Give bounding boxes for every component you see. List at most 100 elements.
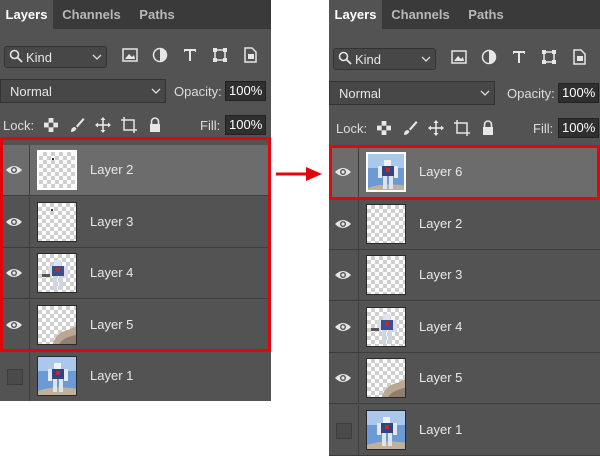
smart-object-filter-icon[interactable] xyxy=(240,45,260,65)
layer-visibility-toggle[interactable] xyxy=(329,404,359,455)
adjustment-filter-icon[interactable] xyxy=(479,47,499,67)
layer-visibility-toggle[interactable] xyxy=(329,353,359,403)
layer-row[interactable]: Layer 4 xyxy=(0,248,271,299)
thumbnail-content xyxy=(51,208,53,211)
lock-all-icon[interactable] xyxy=(146,116,164,134)
layer-visibility-toggle[interactable] xyxy=(329,250,359,300)
lock-position-icon[interactable] xyxy=(94,116,112,134)
opacity-input[interactable]: 100% xyxy=(558,83,599,103)
lock-artboard-icon[interactable] xyxy=(453,119,471,137)
adjustment-filter-icon[interactable] xyxy=(150,45,170,65)
lock-position-icon[interactable] xyxy=(427,119,445,137)
smart-object-filter-icon[interactable] xyxy=(569,47,589,67)
lock-image-pixels-icon[interactable] xyxy=(68,116,86,134)
layer-name[interactable]: Layer 3 xyxy=(419,267,462,282)
layer-visibility-toggle[interactable] xyxy=(329,198,359,249)
layer-row[interactable]: Layer 5 xyxy=(0,299,271,351)
search-icon xyxy=(338,51,352,65)
layer-thumbnail[interactable] xyxy=(366,409,406,450)
shape-filter-icon[interactable] xyxy=(539,47,559,67)
pixel-filter-icon[interactable] xyxy=(120,45,140,65)
blend-mode-select[interactable]: Normal xyxy=(329,81,495,105)
layer-visibility-toggle[interactable] xyxy=(0,145,30,195)
layer-name[interactable]: Layer 5 xyxy=(419,370,462,385)
visibility-off-box xyxy=(7,369,23,385)
layer-name[interactable]: Layer 1 xyxy=(90,368,133,383)
layer-name[interactable]: Layer 2 xyxy=(90,162,133,177)
lock-label: Lock: xyxy=(336,121,368,136)
tab-channels[interactable]: Channels xyxy=(384,0,457,29)
layer-thumbnail[interactable] xyxy=(366,306,406,347)
layer-row[interactable]: Layer 1 xyxy=(329,404,600,456)
blend-mode-select[interactable]: Normal xyxy=(0,79,166,103)
tab-layers[interactable]: Layers xyxy=(329,0,382,29)
shape-filter-icon[interactable] xyxy=(210,45,230,65)
search-icon xyxy=(9,49,23,63)
layer-visibility-toggle[interactable] xyxy=(0,248,30,298)
tab-paths[interactable]: Paths xyxy=(459,0,513,29)
blend-mode-value: Normal xyxy=(10,84,52,99)
layer-thumbnail[interactable] xyxy=(37,253,77,293)
layer-visibility-toggle[interactable] xyxy=(329,147,359,197)
opacity-label: Opacity: xyxy=(174,84,222,99)
lock-transparent-pixels-icon[interactable] xyxy=(42,116,60,134)
type-filter-icon[interactable] xyxy=(509,47,529,67)
lock-artboard-icon[interactable] xyxy=(120,116,138,134)
layer-row[interactable]: Layer 6 xyxy=(329,147,600,198)
layer-thumbnail[interactable] xyxy=(37,150,77,190)
lock-image-pixels-icon[interactable] xyxy=(401,119,419,137)
layer-visibility-toggle[interactable] xyxy=(0,196,30,247)
layer-name[interactable]: Layer 4 xyxy=(90,265,133,280)
layer-row[interactable]: Layer 2 xyxy=(0,145,271,196)
lock-label: Lock: xyxy=(3,118,35,133)
layer-visibility-toggle[interactable] xyxy=(329,301,359,352)
layer-name[interactable]: Layer 3 xyxy=(90,214,133,229)
layer-row[interactable]: Layer 1 xyxy=(0,351,271,401)
visibility-off-box xyxy=(336,422,352,439)
chevron-down-icon xyxy=(480,90,490,96)
eye-icon xyxy=(6,217,22,226)
layer-thumbnail[interactable] xyxy=(37,356,77,396)
layer-row[interactable]: Layer 3 xyxy=(329,250,600,301)
thumbnail-content xyxy=(368,154,404,190)
eye-icon xyxy=(335,219,351,228)
layer-thumbnail[interactable] xyxy=(366,203,406,244)
layer-name[interactable]: Layer 4 xyxy=(419,319,462,334)
tab-layers[interactable]: Layers xyxy=(0,0,53,29)
kind-filter-select[interactable]: Kind xyxy=(4,46,107,68)
type-filter-icon[interactable] xyxy=(180,45,200,65)
layer-row[interactable]: Layer 3 xyxy=(0,196,271,248)
opacity-label: Opacity: xyxy=(507,86,555,101)
layer-name[interactable]: Layer 2 xyxy=(419,216,462,231)
kind-filter-select[interactable]: Kind xyxy=(333,48,436,70)
pixel-filter-icon[interactable] xyxy=(449,47,469,67)
layer-name[interactable]: Layer 6 xyxy=(419,164,462,179)
tab-paths[interactable]: Paths xyxy=(130,0,184,29)
layer-row[interactable]: Layer 4 xyxy=(329,301,600,353)
layer-visibility-toggle[interactable] xyxy=(0,351,30,401)
chevron-down-icon xyxy=(92,54,102,60)
layer-thumbnail[interactable] xyxy=(366,255,406,295)
layer-row[interactable]: Layer 5 xyxy=(329,353,600,404)
layer-thumbnail[interactable] xyxy=(366,358,406,398)
layer-name[interactable]: Layer 5 xyxy=(90,317,133,332)
layer-row[interactable]: Layer 2 xyxy=(329,198,600,250)
fill-label: Fill: xyxy=(533,121,554,136)
layer-thumbnail[interactable] xyxy=(37,201,77,242)
fill-input[interactable]: 100% xyxy=(225,115,266,135)
kind-filter-label: Kind xyxy=(26,50,53,65)
thumbnail-content xyxy=(371,313,397,344)
tab-channels[interactable]: Channels xyxy=(55,0,128,29)
layer-thumbnail[interactable] xyxy=(366,152,406,192)
layers-panel-after: Layers Channels Paths Kind Normal Opacit… xyxy=(329,0,600,456)
chevron-down-icon xyxy=(151,88,161,94)
lock-all-icon[interactable] xyxy=(479,119,497,137)
eye-icon xyxy=(6,320,22,329)
layer-visibility-toggle[interactable] xyxy=(0,299,30,350)
layers-panel-before: Layers Channels Paths Kind Normal Opacit… xyxy=(0,0,271,401)
lock-transparent-pixels-icon[interactable] xyxy=(375,119,393,137)
fill-input[interactable]: 100% xyxy=(558,118,599,138)
layer-thumbnail[interactable] xyxy=(37,304,77,345)
layer-name[interactable]: Layer 1 xyxy=(419,422,462,437)
opacity-input[interactable]: 100% xyxy=(225,81,266,101)
